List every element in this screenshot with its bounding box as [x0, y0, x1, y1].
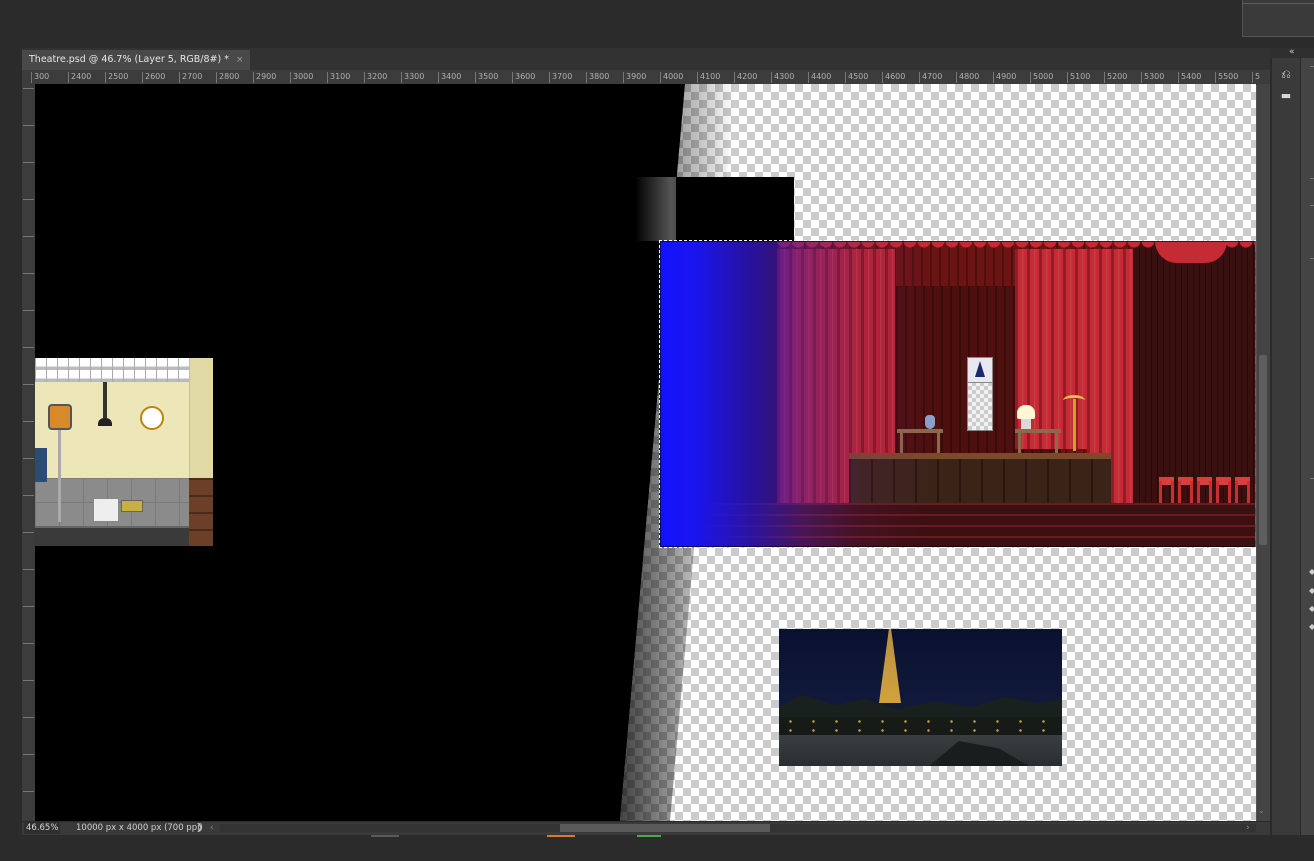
ruler-tick-label: 2700: [179, 72, 202, 83]
ruler-tick-label: 5400: [1178, 72, 1201, 83]
ruler-tick-label: 2400: [68, 72, 91, 83]
ruler-tick: [23, 310, 34, 311]
ruler-tick: [23, 347, 34, 348]
ruler-tick: [23, 421, 34, 422]
dock-indicator-active: [547, 835, 575, 837]
ruler-tick-label: 2800: [216, 72, 239, 83]
horizontal-ruler[interactable]: 300 2400 2500 2600 2700 2800 2900 3000 3100 3200 3…: [22, 70, 1270, 85]
ruler-tick: [23, 717, 34, 718]
ruler-tick-label: 4200: [734, 72, 757, 83]
expanded-panel-column: [1300, 58, 1314, 835]
collapse-panels-icon[interactable]: «: [1289, 47, 1295, 57]
ruler-tick: [23, 680, 34, 681]
ruler-tick: [23, 791, 34, 792]
ruler-tick-label: 4900: [993, 72, 1016, 83]
marquee-selection[interactable]: [659, 240, 1256, 548]
ruler-tick-label: 4400: [808, 72, 831, 83]
zoom-level-field[interactable]: 46.65%: [24, 822, 60, 834]
panel-icon-strip: [1271, 58, 1300, 835]
document-tab-title: Theatre.psd @ 46.7% (Layer 5, RGB/8#) *: [29, 54, 229, 65]
ruler-tick-label: 3300: [401, 72, 424, 83]
ruler-tick: [23, 125, 34, 126]
room-scene-layer: [35, 358, 213, 546]
ruler-tick-label: 4000: [660, 72, 683, 83]
ruler-tick: [23, 236, 34, 237]
ruler-tick-label: 4500: [845, 72, 868, 83]
ruler-tick-label: 3400: [438, 72, 461, 83]
dock-indicator: [371, 835, 399, 837]
ruler-tick-label: 5500: [1215, 72, 1238, 83]
options-bar: [0, 0, 1314, 48]
history-icon[interactable]: ⎌: [1278, 66, 1294, 82]
ruler-tick-label: 4300: [771, 72, 794, 83]
ruler-tick: [23, 162, 34, 163]
ruler-tick-label: 5100: [1067, 72, 1090, 83]
ruler-tick-label: 3900: [623, 72, 646, 83]
bottom-dock: [0, 835, 1314, 861]
eye-icon[interactable]: ◆: [1309, 605, 1314, 613]
ruler-tick-label: 3500: [475, 72, 498, 83]
eye-icon[interactable]: ◆: [1309, 587, 1314, 595]
ruler-tick-label: 2900: [253, 72, 276, 83]
ruler-tick-label: 3800: [586, 72, 609, 83]
ruler-tick-label: 3600: [512, 72, 535, 83]
ruler-tick: [23, 569, 34, 570]
panel-divider: [1310, 478, 1314, 479]
eye-icon[interactable]: ◆: [1309, 568, 1314, 576]
ruler-tick-label: 3200: [364, 72, 387, 83]
ruler-tick-label: 4800: [956, 72, 979, 83]
ruler-tick-label: 5000: [1030, 72, 1053, 83]
ruler-tick: [23, 643, 34, 644]
panel-divider: [1310, 258, 1314, 259]
panel-divider: [1310, 178, 1314, 179]
black-block-layer: [676, 177, 794, 241]
vertical-ruler[interactable]: [22, 84, 36, 821]
ruler-tick: [23, 606, 34, 607]
ruler-tick-label: 5300: [1141, 72, 1164, 83]
ruler-tick: [23, 458, 34, 459]
ruler-tick-label: 3000: [290, 72, 313, 83]
panel-divider: [1310, 205, 1314, 206]
ruler-tick: [23, 199, 34, 200]
ruler-tick-label: 2600: [142, 72, 165, 83]
night-city-layer: [779, 629, 1062, 766]
canvas[interactable]: [35, 84, 1256, 821]
eye-icon[interactable]: ◆: [1309, 623, 1314, 631]
ruler-tick-label: 4600: [882, 72, 905, 83]
comments-icon[interactable]: ▬: [1278, 88, 1294, 104]
vertical-scroll-thumb[interactable]: [1259, 355, 1267, 545]
ruler-tick-label: 3700: [549, 72, 572, 83]
top-right-panel: [1242, 0, 1314, 37]
scroll-left-icon[interactable]: ‹: [210, 822, 214, 834]
ruler-tick-label: 5200: [1104, 72, 1127, 83]
ruler-tick: [23, 532, 34, 533]
ruler-tick: [23, 273, 34, 274]
ruler-tick-label: 300: [31, 72, 49, 83]
clock-icon: [140, 406, 164, 430]
ruler-tick-label: 4100: [697, 72, 720, 83]
dock-indicator-green: [637, 835, 661, 837]
panel-divider: [1310, 66, 1314, 67]
ruler-tick: [23, 88, 34, 89]
ruler-tick: [23, 754, 34, 755]
document-tab[interactable]: Theatre.psd @ 46.7% (Layer 5, RGB/8#) * ×: [22, 50, 250, 70]
scroll-right-icon[interactable]: ›: [1246, 822, 1250, 834]
ruler-tick: [23, 384, 34, 385]
ruler-tick-label: 3100: [327, 72, 350, 83]
ruler-tick-label: 2500: [105, 72, 128, 83]
ruler-tick-label: 5: [1252, 72, 1260, 83]
horizontal-scroll-thumb[interactable]: [560, 824, 770, 832]
document-info[interactable]: 10000 px x 4000 px (700 ppi): [76, 822, 203, 834]
ruler-tick-label: 4700: [919, 72, 942, 83]
ruler-tick: [23, 495, 34, 496]
close-icon[interactable]: ×: [236, 55, 244, 65]
status-menu-arrow-icon[interactable]: ❯: [196, 822, 204, 834]
scroll-down-icon[interactable]: ⌄: [1258, 806, 1265, 815]
